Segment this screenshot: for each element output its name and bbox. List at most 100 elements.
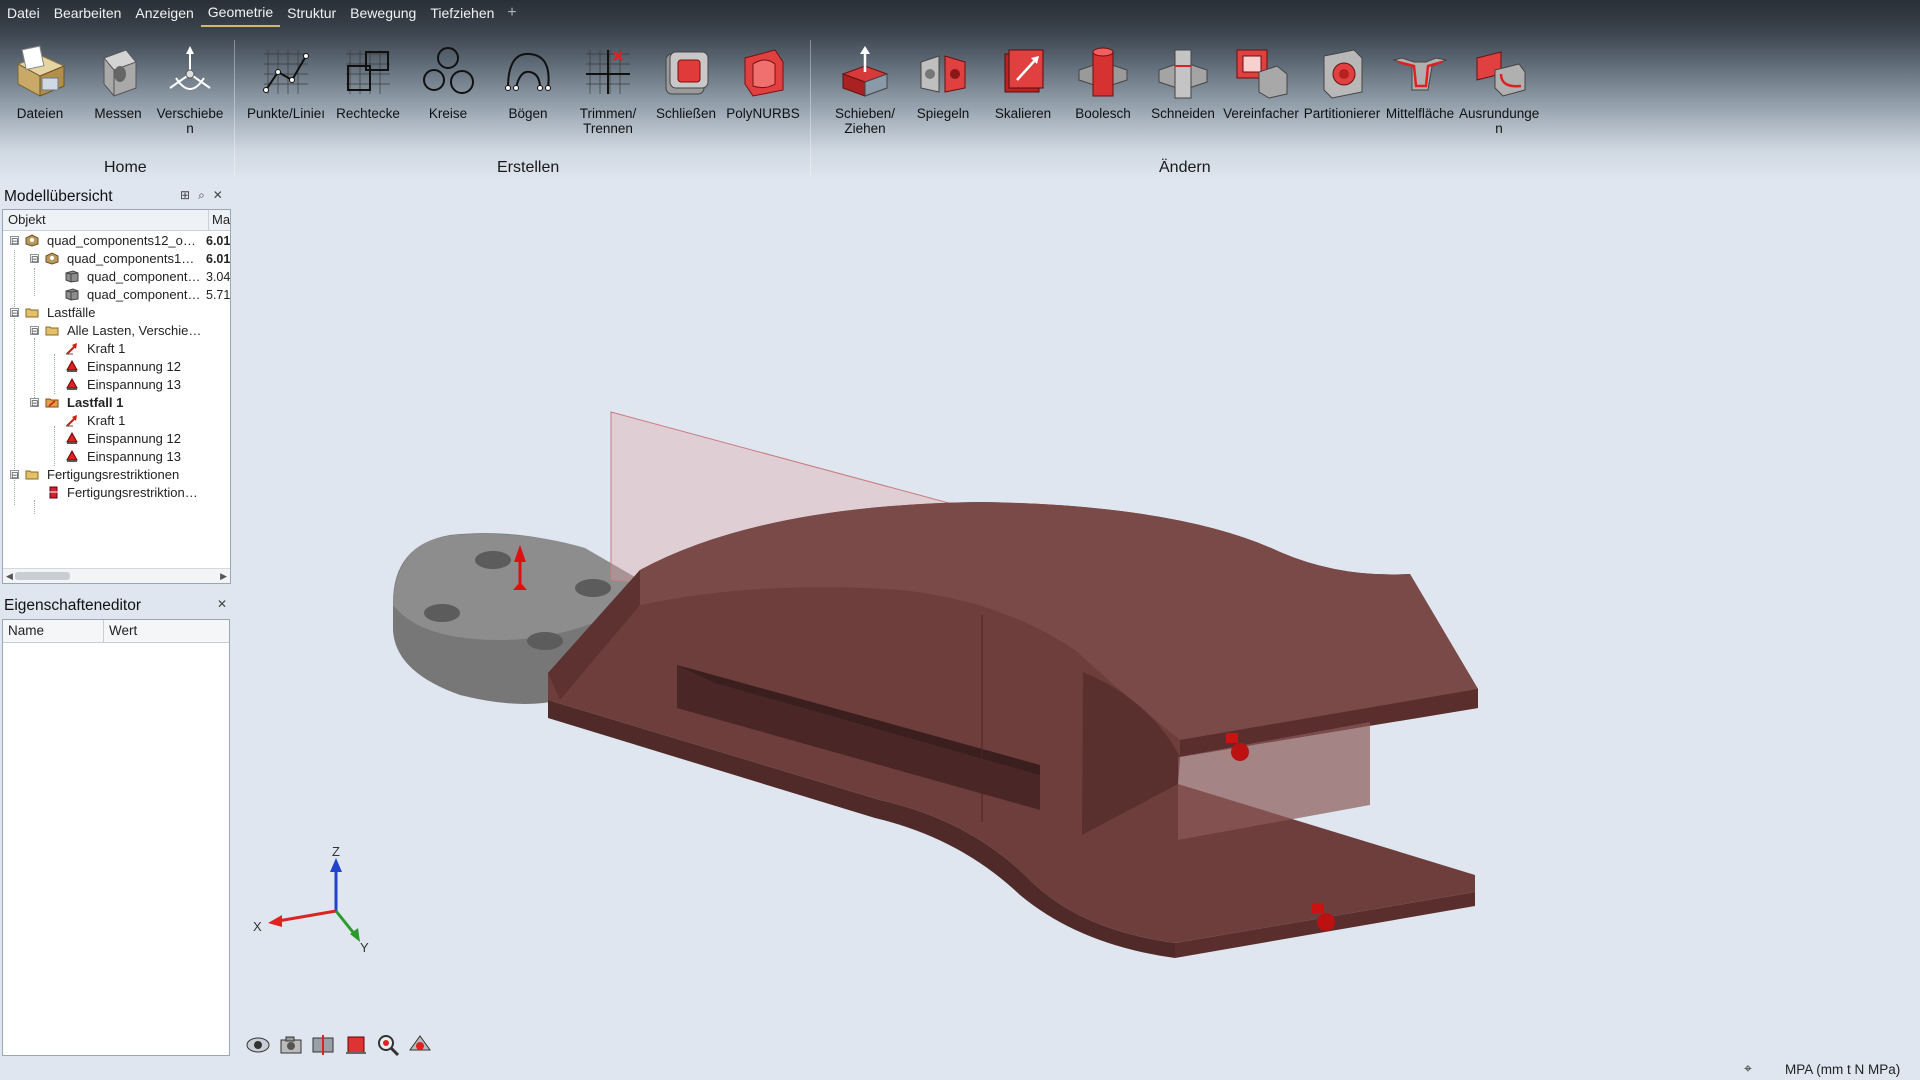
- axis-label-y: Y: [360, 940, 369, 955]
- collapse-toggle[interactable]: ⊟: [30, 254, 39, 264]
- surface-icon[interactable]: [343, 1032, 369, 1058]
- ribbon: Datei Bearbeiten Anzeigen Geometrie Stru…: [0, 0, 1920, 180]
- property-editor: Name Wert: [2, 619, 230, 1056]
- tool-punkte-linien[interactable]: Punkte/Linieı: [246, 44, 326, 121]
- tree-label: Kraft 1: [87, 413, 126, 428]
- tool-boegen[interactable]: Bögen: [488, 44, 568, 121]
- tool-ausrundungen[interactable]: Ausrundunge n: [1459, 44, 1539, 136]
- tree-row[interactable]: ⊟ quad_components12_o… 6.01: [3, 232, 230, 250]
- camera-icon[interactable]: [278, 1032, 304, 1058]
- menu-datei[interactable]: Datei: [0, 0, 47, 26]
- tree-horizontal-scrollbar[interactable]: ◀ ▶: [3, 568, 230, 583]
- tool-polynurbs[interactable]: PolyNURBS: [723, 44, 803, 121]
- column-header-mass[interactable]: Mas: [208, 210, 230, 230]
- tool-spiegeln[interactable]: Spiegeln: [903, 44, 983, 121]
- tool-kreise[interactable]: Kreise: [408, 44, 488, 121]
- collapse-toggle[interactable]: ⊟: [30, 398, 39, 408]
- tool-boolesch[interactable]: Boolesch: [1063, 44, 1143, 121]
- tool-mittelflaeche[interactable]: Mittelfläche: [1380, 44, 1460, 121]
- property-editor-header: Name Wert: [3, 620, 229, 643]
- tree-row[interactable]: Kraft 1: [3, 340, 230, 358]
- tool-partitionierer[interactable]: Partitionierer: [1302, 44, 1382, 121]
- collapse-toggle[interactable]: ⊟: [10, 236, 19, 246]
- mass-value: 6.01: [206, 252, 231, 266]
- tool-dateien[interactable]: Dateien: [0, 44, 80, 121]
- tool-polynurbs-label: PolyNURBS: [726, 106, 800, 121]
- tree-label: quad_components12_o…: [47, 233, 196, 248]
- tree-row[interactable]: Fertigungsrestriktion…: [3, 484, 230, 502]
- tree-row[interactable]: quad_component… 5.71: [3, 286, 230, 304]
- tool-schieben-ziehen[interactable]: Schieben/ Ziehen: [825, 44, 905, 136]
- force-icon: [66, 415, 77, 427]
- arcs-icon: [505, 52, 551, 91]
- tree-label: Einspannung 12: [87, 359, 181, 374]
- tree-row[interactable]: ⊟ Fertigungsrestriktionen: [3, 466, 230, 484]
- shape-control-icon: [48, 486, 59, 499]
- tool-mittelflaeche-label: Mittelfläche: [1385, 106, 1455, 121]
- tree-row[interactable]: Einspannung 12: [3, 358, 230, 376]
- tool-schliessen[interactable]: Schließen: [646, 44, 726, 121]
- menu-tiefziehen[interactable]: Tiefziehen: [423, 0, 501, 26]
- column-header-name[interactable]: Name: [8, 623, 44, 638]
- status-target-icon[interactable]: ⌖: [1744, 1060, 1752, 1077]
- tool-ausrundungen-label: Ausrundunge n: [1459, 106, 1540, 136]
- scrollbar-thumb[interactable]: [15, 572, 70, 580]
- tool-vereinfacher[interactable]: Vereinfacher: [1221, 44, 1301, 121]
- collapse-toggle[interactable]: ⊟: [10, 470, 19, 480]
- midsurface-icon: [1392, 57, 1448, 91]
- tree-row[interactable]: quad_component… 3.04: [3, 268, 231, 286]
- assembly-icon: [25, 234, 39, 247]
- axis-triad: [268, 858, 360, 942]
- units-selector[interactable]: MPA (mm t N MPa): [1785, 1062, 1900, 1077]
- assembly-icon: [45, 252, 59, 265]
- column-header-object[interactable]: Objekt: [8, 212, 46, 227]
- pin-icon[interactable]: ⊞: [180, 188, 190, 203]
- tree-row[interactable]: Einspannung 12: [3, 430, 230, 448]
- menu-struktur[interactable]: Struktur: [280, 0, 343, 26]
- cut-icon: [1158, 49, 1208, 99]
- constraint-icon: [66, 378, 78, 390]
- section-cut-icon[interactable]: [310, 1032, 336, 1058]
- tree-row[interactable]: ⊟ Lastfall 1: [3, 394, 230, 412]
- tool-verschieben[interactable]: Verschiebe n: [150, 44, 230, 136]
- tool-boegen-label: Bögen: [508, 106, 548, 121]
- collapse-toggle[interactable]: ⊟: [10, 308, 19, 318]
- ribbon-group-separator: [234, 40, 235, 176]
- tree-row[interactable]: Einspannung 13: [3, 448, 230, 466]
- tree-row[interactable]: Kraft 1: [3, 412, 230, 430]
- folder-files-icon: [16, 45, 66, 97]
- close-icon[interactable]: ✕: [217, 597, 227, 611]
- tool-messen[interactable]: Messen: [78, 44, 158, 121]
- scroll-right-icon[interactable]: ▶: [220, 569, 227, 583]
- design-part[interactable]: [548, 502, 1478, 958]
- tree-row[interactable]: ⊟ quad_components1… 6.01: [3, 250, 231, 268]
- search-icon[interactable]: ⌕: [198, 188, 205, 203]
- menu-anzeigen[interactable]: Anzeigen: [128, 0, 200, 26]
- menu-bearbeiten[interactable]: Bearbeiten: [47, 0, 129, 26]
- model-tree-header: Objekt Mas: [3, 210, 230, 231]
- add-ribbon-tab-button[interactable]: +: [501, 0, 522, 26]
- column-separator[interactable]: [103, 620, 104, 642]
- tree-label: Einspannung 13: [87, 449, 181, 464]
- tool-rechtecke[interactable]: Rechtecke: [328, 44, 408, 121]
- tree-row[interactable]: ⊟ Alle Lasten, Verschie…: [3, 322, 230, 340]
- constraint-icon: [66, 432, 78, 444]
- tool-schneiden[interactable]: Schneiden: [1143, 44, 1223, 121]
- column-header-value[interactable]: Wert: [109, 623, 137, 638]
- menu-bewegung[interactable]: Bewegung: [343, 0, 423, 26]
- mass-value: 3.04: [206, 270, 231, 284]
- tool-skalieren[interactable]: Skalieren: [983, 44, 1063, 121]
- tree-label: Kraft 1: [87, 341, 126, 356]
- tree-row[interactable]: Einspannung 13: [3, 376, 230, 394]
- view-eye-icon[interactable]: [245, 1032, 271, 1058]
- render-icon[interactable]: [407, 1032, 433, 1058]
- close-icon[interactable]: ✕: [213, 188, 223, 203]
- zoom-icon[interactable]: [375, 1032, 401, 1058]
- collapse-toggle[interactable]: ⊟: [30, 326, 39, 336]
- scroll-left-icon[interactable]: ◀: [6, 569, 13, 583]
- tool-trimmen-trennen[interactable]: Trimmen/ Trennen: [568, 44, 648, 136]
- model-viewport[interactable]: Z X Y: [232, 180, 1920, 1055]
- tree-row[interactable]: ⊟ Lastfälle: [3, 304, 230, 322]
- menu-geometrie[interactable]: Geometrie: [200, 0, 281, 27]
- tree-label: quad_component…: [87, 287, 201, 302]
